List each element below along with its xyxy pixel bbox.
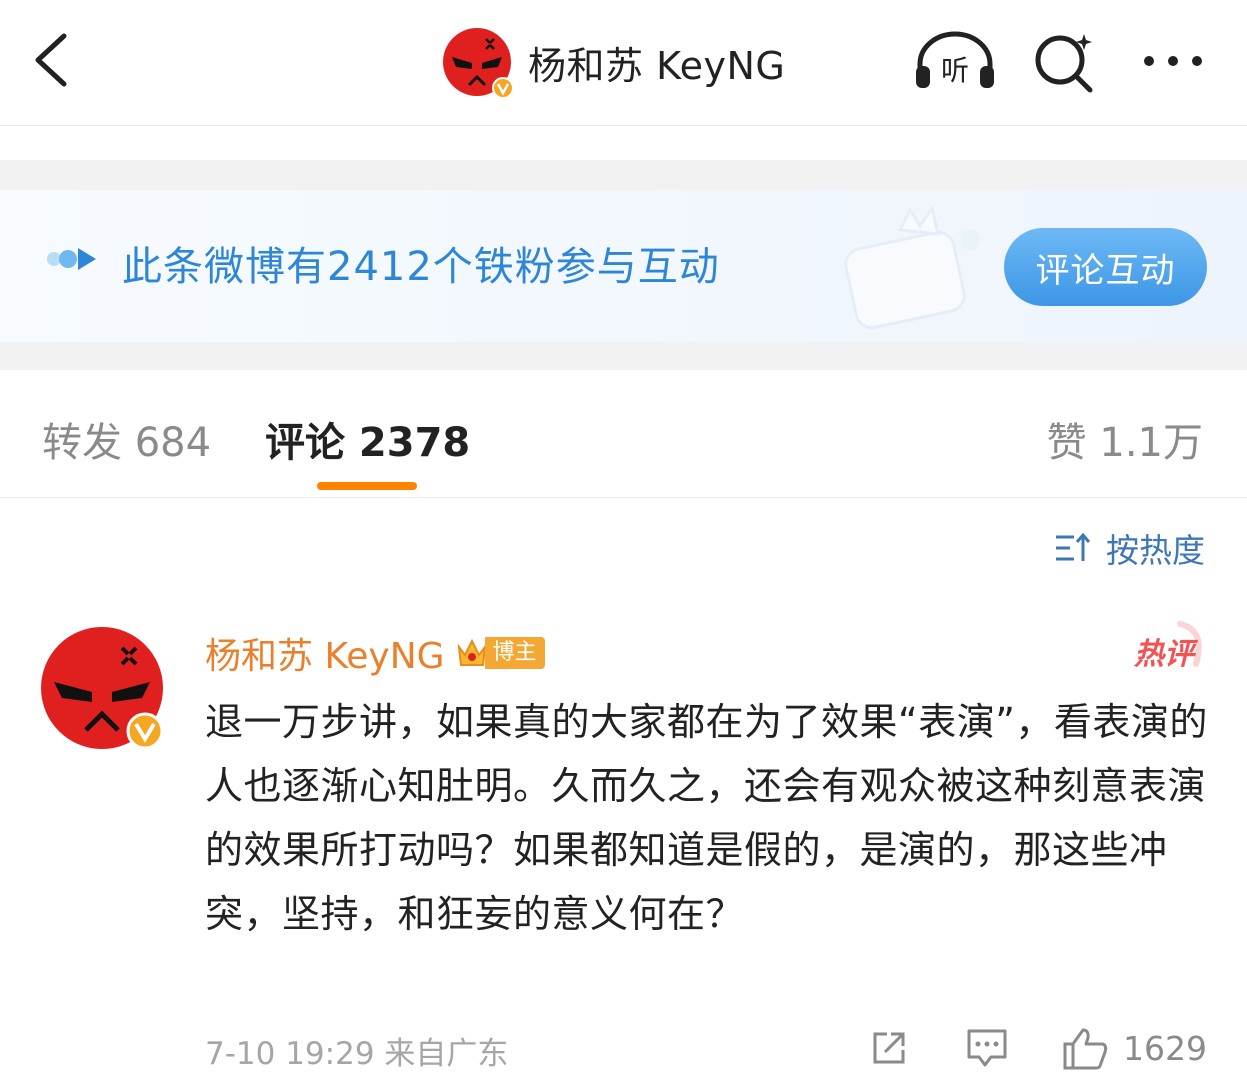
thumbs-up-icon (1063, 1028, 1108, 1070)
verified-icon (492, 77, 514, 99)
avatar[interactable] (442, 27, 514, 99)
share-icon (873, 1032, 905, 1064)
headphones-icon: 听 (916, 31, 994, 88)
verified-icon (126, 712, 164, 750)
search-button[interactable] (1032, 30, 1094, 93)
more-icon (1144, 56, 1202, 66)
section-divider (0, 342, 1247, 370)
nav-title: 杨和苏 KeyNG (528, 43, 786, 88)
back-button[interactable] (28, 30, 78, 90)
top-nav-bar: 杨和苏 KeyNG 听 (0, 0, 1247, 126)
fan-interaction-banner[interactable]: 此条微博有2412个铁粉参与互动 评论互动 (0, 190, 1247, 342)
comment-avatar[interactable] (40, 626, 164, 750)
comment-header: 杨和苏 KeyNG 博主 (205, 627, 545, 679)
like-button[interactable]: 1629 (1061, 1026, 1207, 1070)
nav-profile[interactable]: 杨和苏 KeyNG (442, 26, 786, 99)
like-count: 1629 (1123, 1028, 1207, 1068)
hot-comment-tag: 热评 (1133, 621, 1202, 672)
comment-text: 退一万步讲，如果真的大家都在为了效果“表演”，看表演的人也逐渐心知肚明。久而久之… (205, 700, 1208, 936)
listen-button[interactable]: 听 (914, 30, 994, 92)
chevron-left-icon (35, 33, 67, 87)
fan-interaction-text: 此条微博有2412个铁粉参与互动 (122, 244, 720, 290)
listen-label: 听 (941, 54, 969, 87)
reply-button[interactable] (965, 1026, 1009, 1070)
author-badge: 博主 (455, 635, 545, 671)
hot-comment-label: 热评 (1133, 637, 1199, 672)
section-divider (0, 160, 1247, 190)
comment-footer: 7-10 19:29 来自广东 1629 (205, 1026, 1215, 1072)
tab-repost[interactable]: 转发 684 (42, 410, 211, 468)
sort-label: 按热度 (1106, 531, 1205, 570)
comment-meta: 7-10 19:29 来自广东 (205, 1036, 509, 1072)
fan-dots-icon (47, 248, 96, 270)
search-icon (1035, 34, 1093, 93)
tv-crown-decoration (844, 204, 980, 330)
sort-selector[interactable]: 按热度 (1054, 528, 1205, 570)
comment-author[interactable]: 杨和苏 KeyNG (205, 627, 445, 679)
sort-icon (1056, 532, 1091, 561)
tab-comment[interactable]: 评论 2378 (265, 410, 470, 468)
more-button[interactable] (1140, 30, 1202, 92)
share-button[interactable] (869, 1026, 909, 1070)
author-badge-label: 博主 (484, 637, 545, 669)
active-tab-indicator (317, 482, 417, 490)
comment-icon (967, 1029, 1007, 1067)
comment-interact-button[interactable]: 评论互动 (1004, 228, 1207, 306)
tab-like[interactable]: 赞 1.1万 (1047, 410, 1203, 468)
post-tabs: 转发 684 评论 2378 赞 1.1万 (0, 370, 1247, 498)
crown-icon (457, 638, 486, 666)
